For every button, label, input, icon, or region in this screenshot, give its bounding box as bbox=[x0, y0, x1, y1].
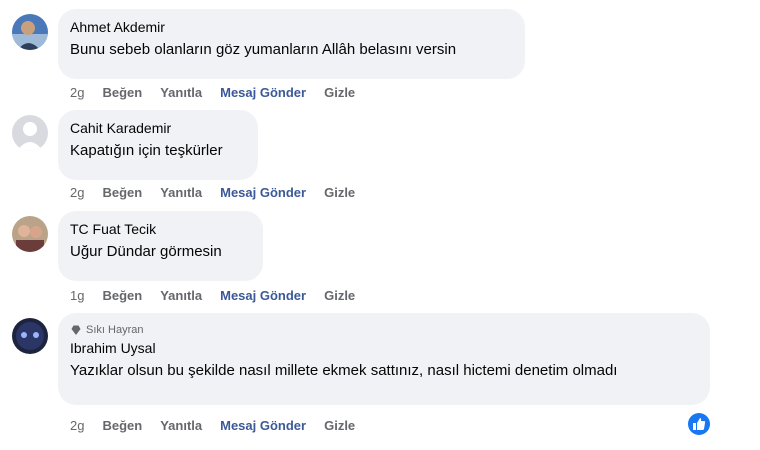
comment-time[interactable]: 2g bbox=[70, 185, 84, 200]
avatar[interactable] bbox=[12, 216, 48, 252]
comment-time[interactable]: 1g bbox=[70, 288, 84, 303]
reply-button[interactable]: Yanıtla bbox=[160, 185, 202, 200]
like-button[interactable]: Beğen bbox=[102, 185, 142, 200]
comment-time[interactable]: 2g bbox=[70, 85, 84, 100]
comment-time[interactable]: 2g bbox=[70, 418, 84, 433]
fan-badge: Sıkı Hayran bbox=[70, 323, 698, 337]
comment-text: Uğur Dündar görmesin bbox=[70, 243, 222, 260]
comment-author[interactable]: Ibrahim Uysal bbox=[70, 339, 698, 357]
comment-actions: 2g Beğen Yanıtla Mesaj Gönder Gizle bbox=[70, 185, 373, 200]
send-message-button[interactable]: Mesaj Gönder bbox=[220, 85, 306, 100]
comment-author[interactable]: TC Fuat Tecik bbox=[70, 220, 251, 238]
like-button[interactable]: Beğen bbox=[102, 418, 142, 433]
comment-bubble: TC Fuat Tecik Uğur Dündar görmesin bbox=[58, 211, 263, 281]
fan-badge-label: Sıkı Hayran bbox=[86, 324, 144, 336]
reply-button[interactable]: Yanıtla bbox=[160, 288, 202, 303]
like-button[interactable]: Beğen bbox=[102, 288, 142, 303]
comment-bubble: Sıkı Hayran Ibrahim Uysal Yazıklar olsun… bbox=[58, 313, 710, 405]
avatar[interactable] bbox=[12, 318, 48, 354]
fan-badge-icon bbox=[71, 325, 81, 335]
hide-button[interactable]: Gizle bbox=[324, 185, 355, 200]
reply-button[interactable]: Yanıtla bbox=[160, 85, 202, 100]
reply-button[interactable]: Yanıtla bbox=[160, 418, 202, 433]
comment-actions: 2g Beğen Yanıtla Mesaj Gönder Gizle bbox=[70, 85, 373, 100]
comment-text: Yazıklar olsun bu şekilde nasıl millete … bbox=[70, 362, 618, 379]
send-message-button[interactable]: Mesaj Gönder bbox=[220, 418, 306, 433]
comment-actions: 2g Beğen Yanıtla Mesaj Gönder Gizle bbox=[70, 418, 373, 433]
like-reaction-icon[interactable] bbox=[688, 413, 710, 435]
avatar[interactable] bbox=[12, 14, 48, 50]
comment-bubble: Ahmet Akdemir Bunu sebeb olanların göz y… bbox=[58, 9, 525, 79]
comment-actions: 1g Beğen Yanıtla Mesaj Gönder Gizle bbox=[70, 288, 373, 303]
like-button[interactable]: Beğen bbox=[102, 85, 142, 100]
hide-button[interactable]: Gizle bbox=[324, 418, 355, 433]
hide-button[interactable]: Gizle bbox=[324, 85, 355, 100]
comment-author[interactable]: Cahit Karademir bbox=[70, 119, 246, 137]
comment-bubble: Cahit Karademir Kapatığın için teşkürler bbox=[58, 110, 258, 180]
comment-author[interactable]: Ahmet Akdemir bbox=[70, 18, 513, 36]
comment-text: Bunu sebeb olanların göz yumanların Allâ… bbox=[70, 41, 457, 58]
send-message-button[interactable]: Mesaj Gönder bbox=[220, 185, 306, 200]
hide-button[interactable]: Gizle bbox=[324, 288, 355, 303]
default-avatar-icon[interactable] bbox=[12, 115, 48, 151]
comment-text: Kapatığın için teşkürler bbox=[70, 142, 223, 159]
send-message-button[interactable]: Mesaj Gönder bbox=[220, 288, 306, 303]
